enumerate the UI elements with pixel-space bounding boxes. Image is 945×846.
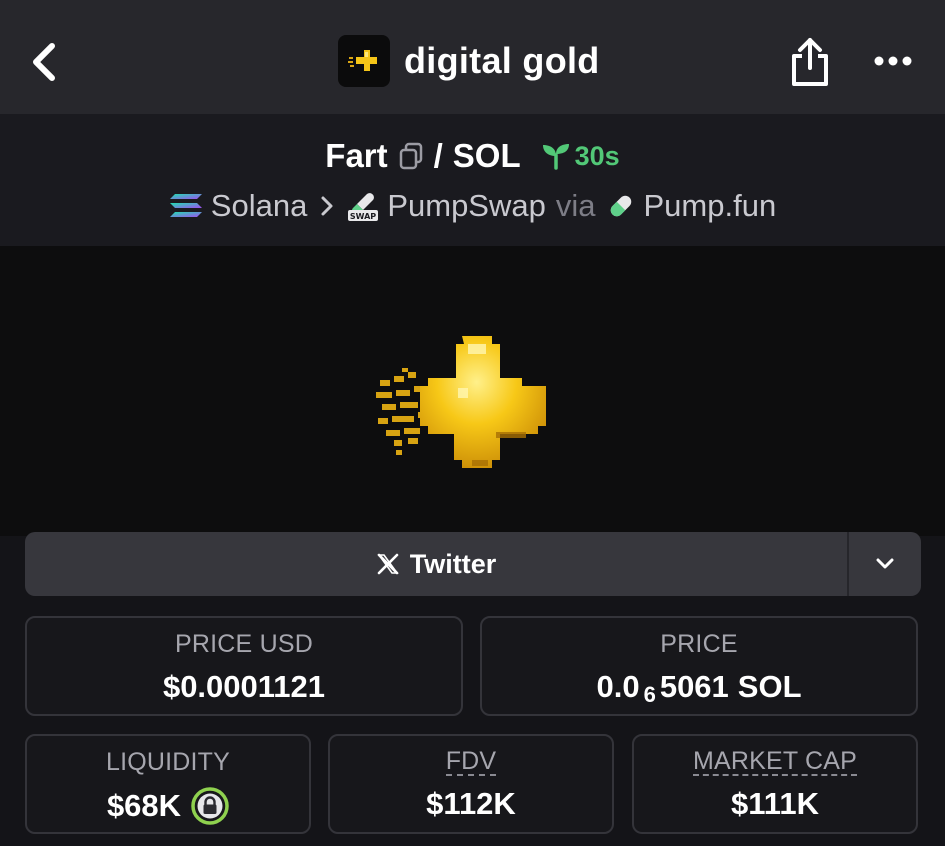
svg-text:SWAP: SWAP	[350, 212, 376, 221]
lock-icon[interactable]	[191, 787, 229, 825]
token-title: digital gold	[338, 34, 600, 88]
seedling-icon	[542, 144, 569, 170]
market-cap-label: MARKET CAP	[692, 747, 858, 776]
liquidity-value-row: $68K	[27, 787, 309, 825]
price-native-prefix: 0.0	[596, 669, 640, 704]
launchpad-name: Pump.fun	[643, 188, 777, 223]
liquidity-card: LIQUIDITY $68K	[25, 734, 311, 834]
price-native-digits: 5061	[659, 669, 729, 704]
price-usd-card: PRICE USD $0.0001121	[25, 616, 463, 716]
market-cap-card[interactable]: MARKET CAP $111K	[632, 734, 918, 834]
gold-token-icon	[348, 50, 377, 71]
base-token-symbol: Fart	[325, 137, 388, 174]
chain-name: Solana	[210, 188, 308, 223]
quote-token-symbol: SOL	[452, 137, 521, 174]
market-cap-value: $111K	[731, 786, 819, 821]
social-links-bar: Twitter	[25, 532, 921, 596]
pair-separator: /	[433, 137, 443, 174]
price-usd-value: $0.0001121	[162, 669, 326, 704]
chevron-down-icon	[876, 558, 894, 569]
fdv-value: $112K	[426, 786, 516, 821]
pair-title-row: Fart / SOL 30s	[0, 134, 945, 178]
fdv-label: FDV	[445, 747, 497, 776]
pair-header: Fart / SOL 30s Solana SWAP PumpSwap via …	[0, 114, 945, 246]
app-title: digital gold	[404, 40, 600, 81]
price-native-card: PRICE 0.0 6 5061 SOL	[480, 616, 918, 716]
chain-link[interactable]: Solana	[169, 188, 308, 224]
dex-name: PumpSwap	[387, 188, 546, 223]
price-native-zero-count: 6	[643, 682, 656, 707]
more-horizontal-icon	[874, 56, 912, 66]
pair-age-text: 30s	[574, 140, 620, 171]
more-options-button[interactable]	[870, 46, 916, 76]
breadcrumb: Solana SWAP PumpSwap via Pump.fun	[0, 186, 945, 226]
share-button[interactable]	[788, 36, 832, 88]
pumpswap-icon: SWAP	[348, 193, 379, 221]
token-thumbnail	[338, 35, 390, 87]
dex-link[interactable]: SWAP PumpSwap	[347, 188, 546, 224]
price-native-value: 0.0 6 5061 SOL	[482, 669, 916, 707]
pill-icon	[610, 195, 631, 217]
x-logo-icon	[377, 553, 399, 575]
pair-age-badge: 30s	[541, 141, 620, 172]
price-native-label: PRICE	[660, 630, 738, 658]
price-usd-label: PRICE USD	[175, 630, 313, 658]
solana-icon	[169, 194, 202, 217]
share-icon	[792, 38, 828, 86]
more-links-dropdown-button[interactable]	[849, 532, 921, 596]
via-text: via	[555, 188, 596, 223]
launchpad-link[interactable]: Pump.fun	[606, 188, 777, 224]
copy-icon[interactable]	[398, 142, 424, 170]
top-nav-bar: digital gold	[0, 0, 945, 114]
price-native-unit: SOL	[737, 669, 802, 704]
liquidity-value: $68K	[106, 788, 182, 823]
twitter-link-label: Twitter	[409, 548, 497, 579]
twitter-link-button[interactable]: Twitter	[25, 532, 847, 596]
liquidity-label: LIQUIDITY	[105, 748, 231, 776]
gold-pixel-logo-icon	[376, 336, 546, 468]
fdv-card[interactable]: FDV $112K	[328, 734, 614, 834]
back-button[interactable]	[24, 40, 64, 84]
chevron-right-icon	[321, 196, 333, 216]
chevron-left-icon	[33, 43, 55, 81]
